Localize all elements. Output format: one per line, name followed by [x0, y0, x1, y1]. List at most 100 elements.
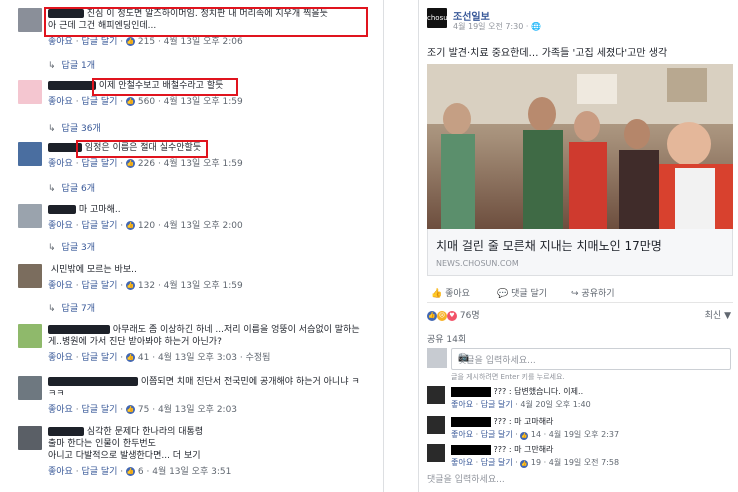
reply-arrow-icon: ↳: [48, 243, 56, 253]
enter-hint: 글을 게시하려면 Enter 키를 누르세요.: [451, 373, 565, 381]
view-replies-link[interactable]: ↳ 답글 7개: [48, 301, 95, 314]
highlight-box: [76, 140, 208, 158]
view-replies-link[interactable]: ↳ 답글 1개: [48, 58, 95, 71]
like-count: 132: [137, 281, 156, 291]
avatar[interactable]: [427, 416, 445, 434]
avatar[interactable]: [18, 324, 42, 348]
reply-arrow-icon: ↳: [48, 124, 56, 134]
emoji-icon[interactable]: ☺: [458, 353, 724, 363]
like-count: 215: [137, 37, 156, 47]
avatar[interactable]: [18, 376, 42, 400]
like-button[interactable]: 좋아요: [451, 458, 473, 467]
like-button[interactable]: 좋아요: [48, 37, 73, 47]
link-title: 치매 걸린 줄 모른채 지내는 치매노인 17만명: [436, 239, 662, 253]
reply-button[interactable]: 답글 달기: [81, 467, 117, 477]
like-action-label: 좋아요: [445, 289, 470, 299]
view-replies-link[interactable]: ↳ 답글 3개: [48, 240, 95, 253]
post-date[interactable]: 4월 19일 오전 7:30 · 🌐: [453, 21, 541, 32]
reply-button[interactable]: 답글 달기: [481, 458, 513, 467]
reply-button[interactable]: 답글 달기: [81, 405, 117, 415]
like-button[interactable]: 좋아요: [48, 467, 73, 477]
reply-button[interactable]: 답글 달기: [81, 159, 117, 169]
avatar[interactable]: [18, 142, 42, 166]
like-reaction-icon: 👍: [427, 310, 437, 321]
like-action[interactable]: 👍 좋아요: [431, 286, 470, 299]
reply-button[interactable]: 답글 달기: [81, 37, 117, 47]
like-button[interactable]: 좋아요: [48, 353, 73, 363]
comment-text-cont: 게..병원에 가서 진단 받아봐야 하는거 아닌가?: [48, 337, 222, 347]
comment-meta: 좋아요 · 답글 달기 · 👍 19 · 4월 19일 오전 7:58: [451, 458, 620, 468]
comment-date[interactable]: 4월 13일 오후 1:59: [164, 281, 243, 291]
comment-date[interactable]: 4월 13일 오후 3:03: [158, 353, 237, 363]
reply-button[interactable]: 답글 달기: [81, 281, 117, 291]
comment-input[interactable]: 댓글을 입력하세요... 📷 ☺: [451, 348, 731, 370]
reactions-summary[interactable]: 👍 😢 ♥ 76명: [427, 308, 480, 321]
post-photo[interactable]: [427, 64, 733, 229]
comment-text-cont: 출마 한다는 인물이 한두번도: [48, 439, 156, 449]
highlight-box: [92, 78, 238, 96]
like-button[interactable]: 좋아요: [48, 405, 73, 415]
post-header: chosun 조선일보 4월 19일 오전 7:30 · 🌐: [427, 8, 727, 38]
comment-meta: 좋아요 · 답글 달기 · 👍 14 · 4월 19일 오후 2:37: [451, 430, 620, 440]
comment-date[interactable]: 4월 19일 오후 2:37: [549, 430, 619, 439]
comment-date[interactable]: 4월 13일 오후 2:00: [164, 221, 243, 231]
like-count: 14: [530, 430, 542, 439]
comment-meta: 좋아요 · 답글 달기 · 👍 41 · 4월 13일 오후 3:03 · 수정…: [48, 353, 271, 363]
comment-date[interactable]: 4월 13일 오후 1:59: [164, 159, 243, 169]
thumbs-up-icon: 👍: [126, 159, 136, 168]
replies-count: 답글 36개: [61, 124, 101, 134]
speech-bubble-icon: 💬: [497, 289, 509, 299]
comment-action[interactable]: 💬 댓글 달기: [497, 286, 547, 299]
share-action[interactable]: ↪ 공유하기: [571, 286, 615, 299]
reply-button[interactable]: 답글 달기: [81, 353, 117, 363]
comment-meta: 좋아요 · 답글 달기 · 👍 75 · 4월 13일 오후 2:03: [48, 405, 238, 415]
share-count[interactable]: 공유 14회: [427, 332, 466, 345]
comment-text: 아무래도 좀 이상하긴 하네 ...저리 이름을 엉뚱이 서슴없이 말하는: [112, 325, 360, 335]
comment-date[interactable]: 4월 13일 오후 2:06: [164, 37, 243, 47]
redacted-name: [48, 377, 138, 386]
avatar[interactable]: [427, 444, 445, 462]
avatar[interactable]: [18, 8, 42, 32]
like-button[interactable]: 좋아요: [48, 97, 73, 107]
link-preview[interactable]: 치매 걸린 줄 모른채 지내는 치매노인 17만명 NEWS.CHOSUN.CO…: [427, 229, 733, 276]
reply-button[interactable]: 답글 달기: [481, 400, 513, 409]
globe-icon: 🌐: [530, 22, 541, 31]
comment-date[interactable]: 4월 13일 오후 2:03: [158, 405, 237, 415]
avatar[interactable]: [18, 426, 42, 450]
reply-button[interactable]: 답글 달기: [81, 97, 117, 107]
like-button[interactable]: 좋아요: [48, 281, 73, 291]
comment-date[interactable]: 4월 13일 오후 3:51: [152, 467, 231, 477]
post-text: 조기 발견·치료 중요한데… 가족들 '고집 세졌다'고만 생각: [427, 48, 668, 59]
thumbs-up-icon: 👍: [431, 289, 443, 299]
avatar[interactable]: [18, 204, 42, 228]
redacted-name: [48, 325, 110, 334]
like-button[interactable]: 좋아요: [451, 400, 473, 409]
comment-date[interactable]: 4월 13일 오후 1:59: [164, 97, 243, 107]
comment-date[interactable]: 4월 20일 오후 1:40: [520, 400, 590, 409]
comment-text: ??? : 마 그만해라: [493, 445, 554, 454]
photo-illustration: [427, 64, 733, 229]
comment-date[interactable]: 4월 19일 오전 7:58: [549, 458, 619, 467]
like-button[interactable]: 좋아요: [48, 221, 73, 231]
avatar[interactable]: [18, 264, 42, 288]
comment-meta: 좋아요 · 답글 달기 · 4월 20일 오후 1:40: [451, 400, 591, 409]
comment-text: 이쯤되면 치매 진단서 전국민에 공개해야 하는거 아니냐 ㅋ: [140, 377, 360, 387]
thumbs-up-icon: 👍: [126, 97, 136, 106]
reply-button[interactable]: 답글 달기: [81, 221, 117, 231]
like-count: 19: [530, 458, 542, 467]
avatar[interactable]: [427, 386, 445, 404]
avatar[interactable]: [18, 80, 42, 104]
share-arrow-icon: ↪: [571, 289, 579, 299]
sort-dropdown[interactable]: 최신 ▼: [705, 308, 731, 321]
edited-label[interactable]: 수정됨: [246, 353, 271, 363]
link-domain: NEWS.CHOSUN.COM: [436, 259, 519, 268]
page-logo[interactable]: chosun: [427, 8, 452, 28]
reply-button[interactable]: 답글 달기: [481, 430, 513, 439]
redacted-name: [451, 416, 491, 427]
view-replies-link[interactable]: ↳ 답글 6개: [48, 181, 95, 194]
thumbs-up-icon: 👍: [126, 467, 136, 476]
like-button[interactable]: 좋아요: [48, 159, 73, 169]
view-replies-link[interactable]: ↳ 답글 36개: [48, 121, 101, 134]
bottom-comment-input[interactable]: 댓글을 입력하세요...: [427, 472, 505, 485]
like-button[interactable]: 좋아요: [451, 430, 473, 439]
